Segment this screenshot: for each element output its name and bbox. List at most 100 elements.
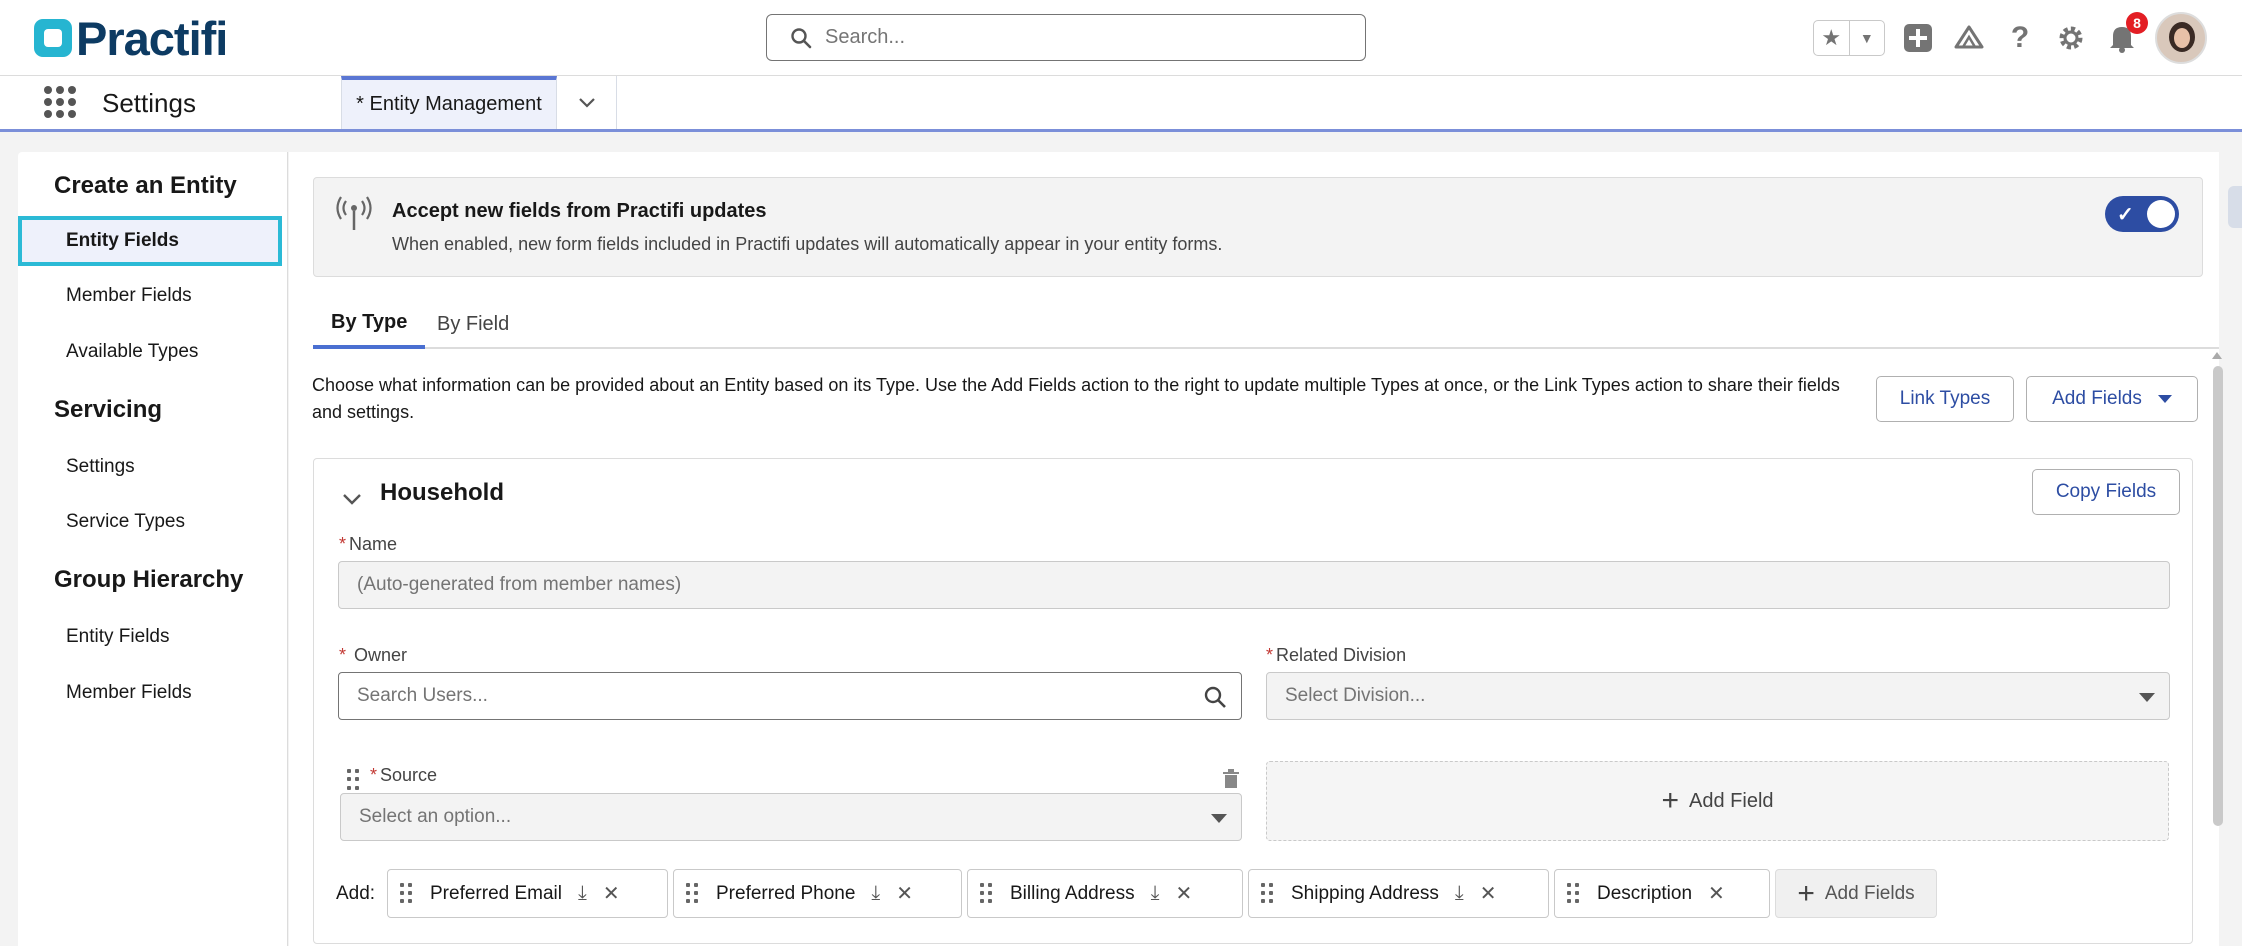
name-label-text: Name bbox=[349, 534, 398, 554]
search-icon[interactable] bbox=[1203, 685, 1227, 709]
header-utility-icons: ★ ▼ ? 8 bbox=[1813, 12, 2207, 64]
division-label-text: Related Division bbox=[1276, 645, 1407, 665]
close-icon[interactable]: ✕ bbox=[896, 881, 913, 906]
app-launcher-icon[interactable] bbox=[44, 86, 76, 118]
scroll-up-arrow[interactable] bbox=[2212, 352, 2222, 359]
drag-handle-icon[interactable] bbox=[400, 882, 412, 905]
sidebar-item-member-fields[interactable]: Member Fields bbox=[18, 271, 282, 321]
updates-banner: Accept new fields from Practifi updates … bbox=[313, 177, 2203, 277]
view-tabs: By Type By Field bbox=[313, 300, 2219, 349]
tab-by-field[interactable]: By Field bbox=[419, 300, 527, 349]
chevron-down-icon bbox=[1211, 814, 1227, 823]
trailhead-button[interactable] bbox=[1951, 20, 1987, 56]
close-icon[interactable]: ✕ bbox=[1480, 881, 1497, 906]
pill-label: Shipping Address bbox=[1291, 882, 1439, 904]
accept-updates-toggle[interactable]: ✓ bbox=[2105, 196, 2179, 232]
brand-name: Practifi bbox=[76, 11, 228, 65]
source-label-text: Source bbox=[380, 765, 438, 785]
add-fields-dropdown-button[interactable]: Add Fields bbox=[2026, 376, 2198, 422]
add-fields-label: Add Fields bbox=[2052, 388, 2142, 409]
drag-handle-icon[interactable] bbox=[686, 882, 698, 905]
owner-label: * Owner bbox=[339, 645, 408, 665]
scrollbar-thumb[interactable] bbox=[2213, 366, 2223, 826]
search-icon bbox=[791, 27, 812, 48]
download-icon[interactable]: ⤓ bbox=[871, 882, 880, 905]
drag-handle-icon[interactable] bbox=[980, 882, 992, 905]
global-header: Practifi ★ ▼ ? 8 bbox=[0, 0, 2242, 76]
global-actions-button[interactable] bbox=[1900, 20, 1936, 56]
notification-badge: 8 bbox=[2126, 12, 2148, 34]
settings-sidebar: Create an Entity Entity Fields Member Fi… bbox=[18, 152, 288, 946]
owner-lookup-field[interactable]: Search Users... bbox=[338, 672, 1242, 720]
user-avatar[interactable] bbox=[2155, 12, 2207, 64]
chevron-down-icon bbox=[2157, 395, 2172, 403]
check-icon: ✓ bbox=[2117, 204, 2134, 226]
division-select[interactable]: Select Division... bbox=[1266, 672, 2170, 720]
chevron-down-icon bbox=[578, 97, 595, 108]
name-field[interactable]: (Auto-generated from member names) bbox=[338, 561, 2170, 609]
banner-title: Accept new fields from Practifi updates bbox=[392, 200, 767, 222]
chevron-down-icon[interactable] bbox=[342, 489, 362, 509]
source-placeholder: Select an option... bbox=[359, 806, 512, 827]
favorites-group[interactable]: ★ ▼ bbox=[1813, 20, 1885, 56]
household-card: Household Copy Fields * Name (Auto-genera… bbox=[313, 458, 2193, 944]
search-input[interactable] bbox=[825, 26, 1365, 49]
pill-label: Preferred Phone bbox=[716, 882, 856, 904]
sidebar-item-entity-fields[interactable]: Entity Fields bbox=[18, 216, 282, 266]
tab-by-type[interactable]: By Type bbox=[313, 300, 426, 349]
field-pill-billing-address[interactable]: Billing Address ⤓ ✕ bbox=[967, 869, 1243, 918]
link-types-button[interactable]: Link Types bbox=[1876, 376, 2014, 422]
sidebar-item-group-member-fields[interactable]: Member Fields bbox=[18, 668, 282, 718]
name-label: * Name bbox=[339, 534, 398, 554]
trash-icon[interactable] bbox=[1222, 769, 1240, 789]
app-nav-bar: Settings * Entity Management bbox=[0, 76, 2242, 132]
gear-icon bbox=[2059, 26, 2083, 50]
close-icon[interactable]: ✕ bbox=[603, 881, 620, 906]
add-label: Add: bbox=[336, 883, 376, 904]
drag-handle-icon[interactable] bbox=[347, 769, 359, 791]
add-fields-pill-button[interactable]: + Add Fields bbox=[1775, 869, 1937, 918]
division-placeholder: Select Division... bbox=[1285, 685, 1426, 706]
pill-label: Billing Address bbox=[1010, 882, 1135, 904]
download-icon[interactable]: ⤓ bbox=[578, 882, 587, 905]
owner-placeholder: Search Users... bbox=[357, 685, 488, 706]
plus-icon: + bbox=[1661, 784, 1680, 817]
add-field-slot[interactable]: + Add Field bbox=[1266, 761, 2169, 841]
sidebar-item-settings[interactable]: Settings bbox=[18, 442, 282, 492]
side-panel-handle[interactable] bbox=[2228, 186, 2242, 228]
sidebar-item-service-types[interactable]: Service Types bbox=[18, 497, 282, 547]
star-icon[interactable]: ★ bbox=[1814, 25, 1849, 51]
field-pill-preferred-email[interactable]: Preferred Email ⤓ ✕ bbox=[387, 869, 668, 918]
source-label: * Source bbox=[370, 765, 438, 785]
pill-label: Preferred Email bbox=[430, 882, 562, 904]
help-button[interactable]: ? bbox=[2002, 20, 2038, 56]
download-icon[interactable]: ⤓ bbox=[1455, 882, 1464, 905]
sidebar-item-available-types[interactable]: Available Types bbox=[18, 327, 282, 377]
add-field-label: Add Field bbox=[1689, 789, 1774, 812]
close-icon[interactable]: ✕ bbox=[1708, 881, 1725, 906]
practifi-logo[interactable]: Practifi bbox=[34, 12, 228, 65]
field-pill-shipping-address[interactable]: Shipping Address ⤓ ✕ bbox=[1248, 869, 1549, 918]
setup-button[interactable] bbox=[2053, 20, 2089, 56]
tab-entity-management[interactable]: * Entity Management bbox=[341, 76, 557, 129]
add-fields-pill-label: Add Fields bbox=[1824, 882, 1915, 904]
banner-text: When enabled, new form fields included i… bbox=[392, 234, 1223, 254]
drag-handle-icon[interactable] bbox=[1261, 882, 1273, 905]
source-select[interactable]: Select an option... bbox=[340, 793, 1242, 841]
owner-label-text: Owner bbox=[354, 645, 408, 665]
division-label: * Related Division bbox=[1266, 645, 1407, 665]
sidebar-item-group-entity-fields[interactable]: Entity Fields bbox=[18, 612, 282, 662]
global-search[interactable] bbox=[766, 14, 1366, 61]
app-name: Settings bbox=[102, 88, 196, 118]
notifications-button[interactable]: 8 bbox=[2104, 12, 2148, 56]
practifi-logo-icon bbox=[34, 19, 72, 57]
pill-label: Description bbox=[1597, 882, 1693, 904]
copy-fields-button[interactable]: Copy Fields bbox=[2032, 469, 2180, 515]
close-icon[interactable]: ✕ bbox=[1175, 881, 1192, 906]
nav-tab-dropdown[interactable] bbox=[557, 76, 617, 129]
field-pill-description[interactable]: Description ✕ bbox=[1554, 869, 1770, 918]
field-pill-preferred-phone[interactable]: Preferred Phone ⤓ ✕ bbox=[673, 869, 962, 918]
download-icon[interactable]: ⤓ bbox=[1151, 882, 1160, 905]
chevron-down-icon[interactable]: ▼ bbox=[1848, 21, 1885, 55]
drag-handle-icon[interactable] bbox=[1567, 882, 1579, 905]
